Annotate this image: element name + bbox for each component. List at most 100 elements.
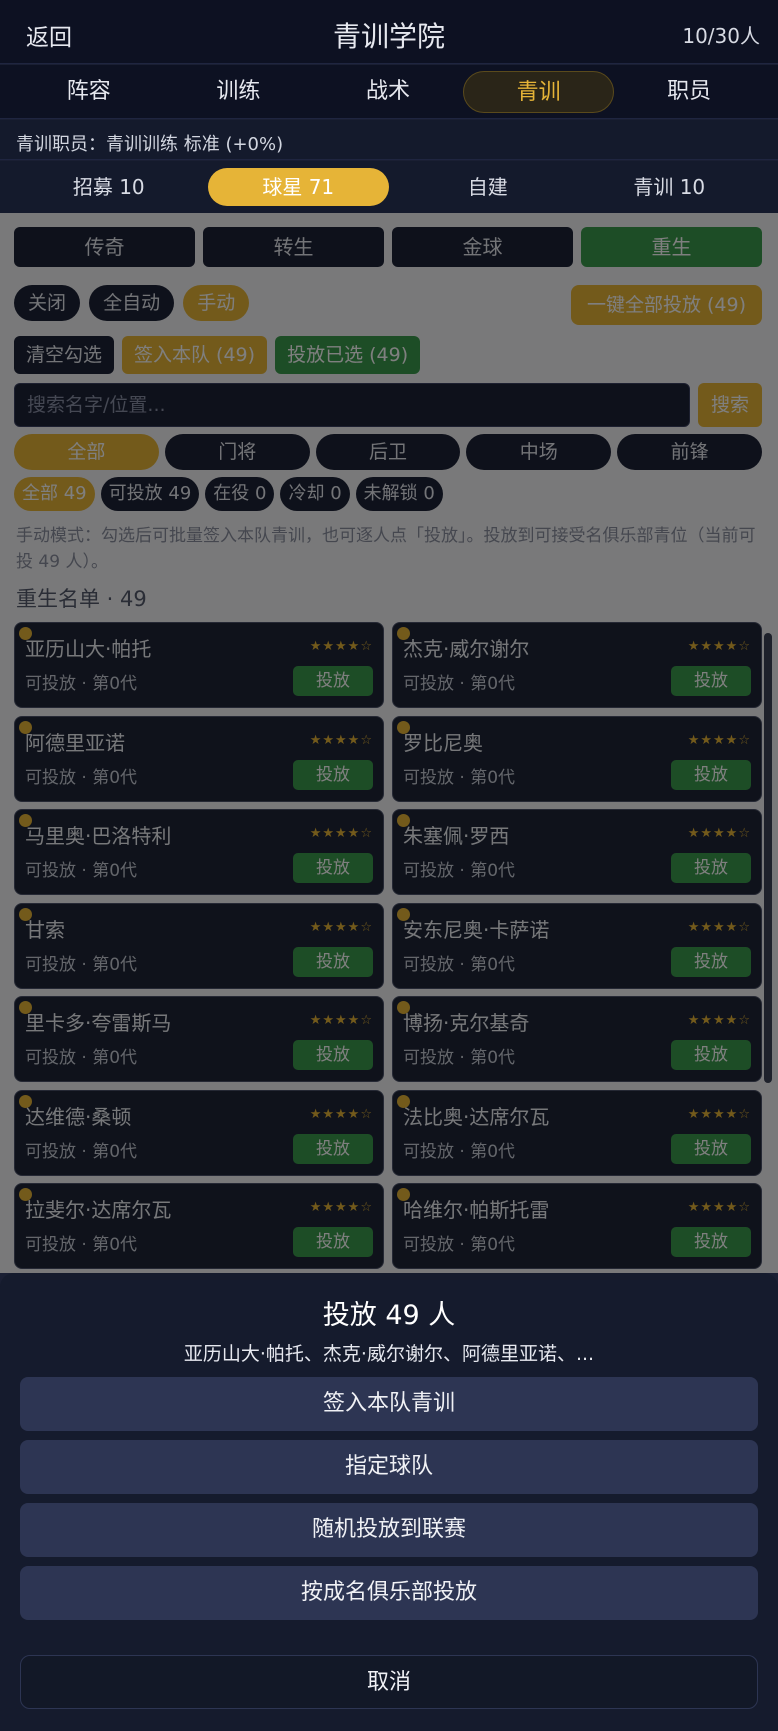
player-name: 安东尼奥·卡萨诺 <box>403 917 550 942</box>
release-player-button[interactable]: 投放 <box>671 666 751 696</box>
player-status: 可投放 · 第0代 <box>25 1048 138 1068</box>
rating-stars-icon: ★★★★☆ <box>309 1200 373 1215</box>
status-cooldown-chip[interactable]: 冷却 0 <box>280 477 350 511</box>
release-player-button[interactable]: 投放 <box>293 759 373 790</box>
player-name: 阿德里亚诺 <box>25 730 125 755</box>
auto-manual-chip[interactable]: 手动 <box>183 285 250 321</box>
player-card[interactable]: 亚历山大·帕托 ★★★★☆ 可投放 · 第0代 投放 <box>14 622 384 708</box>
player-status: 可投放 · 第0代 <box>403 861 516 881</box>
player-card[interactable]: 法比奥·达席尔瓦 ★★★★☆ 可投放 · 第0代 投放 <box>392 1089 762 1176</box>
player-status: 可投放 · 第0代 <box>25 861 138 881</box>
release-player-button[interactable]: 投放 <box>293 1227 373 1257</box>
release-player-button[interactable]: 投放 <box>671 853 751 883</box>
player-card[interactable]: 甘索 ★★★★☆ 可投放 · 第0代 投放 <box>14 902 384 989</box>
search-input[interactable] <box>14 383 690 427</box>
status-active-chip[interactable]: 在役 0 <box>205 477 275 511</box>
rating-stars-icon: ★★★★☆ <box>309 919 373 935</box>
player-status: 可投放 · 第0代 <box>25 1235 138 1255</box>
player-name: 甘索 <box>25 917 65 942</box>
release-player-button[interactable]: 投放 <box>671 1227 751 1257</box>
release-player-button[interactable]: 投放 <box>671 759 751 790</box>
release-player-button[interactable]: 投放 <box>293 1040 373 1070</box>
release-all-button[interactable]: 一键全部投放 (49) <box>570 285 762 325</box>
subtab-youth[interactable]: 青训 10 <box>579 168 761 206</box>
release-player-button[interactable]: 投放 <box>293 1133 373 1164</box>
sign-to-team-button[interactable]: 签入本队 (49) <box>122 336 268 374</box>
player-card[interactable]: 马里奥·巴洛特利 ★★★★☆ 可投放 · 第0代 投放 <box>14 809 384 895</box>
release-selected-button[interactable]: 投放已选 (49) <box>275 336 421 374</box>
tab-tactics[interactable]: 战术 <box>313 71 463 113</box>
player-status: 可投放 · 第0代 <box>403 1141 516 1162</box>
rating-stars-icon: ★★★★☆ <box>687 826 751 841</box>
mode-ballon-dor-button[interactable]: 金球 <box>392 227 573 267</box>
mode-rebirth-button[interactable]: 重生 <box>581 227 762 267</box>
famous-club-action-button[interactable]: 按成名俱乐部投放 <box>20 1566 758 1620</box>
mode-reincarnate-button[interactable]: 转生 <box>203 227 384 267</box>
status-releasable-chip[interactable]: 可投放 49 <box>100 477 200 511</box>
tab-training[interactable]: 训练 <box>164 71 314 113</box>
rating-stars-icon: ★★★★☆ <box>687 1013 751 1028</box>
release-player-button[interactable]: 投放 <box>293 853 373 883</box>
sheet-title: 投放 49 人 <box>322 1300 456 1331</box>
mode-selector: 传奇 转生 金球 重生 <box>14 227 762 267</box>
sign-youth-action-button[interactable]: 签入本队青训 <box>20 1377 758 1431</box>
selection-actions: 清空勾选 签入本队 (49) 投放已选 (49) <box>14 336 421 374</box>
player-card[interactable]: 杰克·威尔谢尔 ★★★★☆ 可投放 · 第0代 投放 <box>392 622 762 708</box>
release-player-button[interactable]: 投放 <box>293 946 373 977</box>
sheet-subtitle: 亚历山大·帕托、杰克·威尔谢尔、阿德里亚诺、... <box>183 1343 595 1365</box>
player-card[interactable]: 安东尼奥·卡萨诺 ★★★★☆ 可投放 · 第0代 投放 <box>392 902 762 989</box>
subtab-custom[interactable]: 自建 <box>397 168 579 206</box>
player-card[interactable]: 达维德·桑顿 ★★★★☆ 可投放 · 第0代 投放 <box>14 1089 384 1176</box>
clear-selection-button[interactable]: 清空勾选 <box>14 336 115 374</box>
status-locked-chip[interactable]: 未解锁 0 <box>355 477 443 511</box>
player-name: 亚历山大·帕托 <box>25 637 152 661</box>
assign-team-action-button[interactable]: 指定球队 <box>20 1440 758 1494</box>
random-league-action-button[interactable]: 随机投放到联赛 <box>20 1503 758 1557</box>
release-player-button[interactable]: 投放 <box>671 1133 751 1164</box>
rating-stars-icon: ★★★★☆ <box>309 1106 373 1122</box>
rating-stars-icon: ★★★★☆ <box>687 919 751 935</box>
player-card[interactable]: 博扬·克尔基奇 ★★★★☆ 可投放 · 第0代 投放 <box>392 996 762 1082</box>
cancel-button[interactable]: 取消 <box>20 1655 758 1709</box>
search-button[interactable]: 搜索 <box>698 383 762 427</box>
player-status: 可投放 · 第0代 <box>403 1048 516 1068</box>
player-card[interactable]: 哈维尔·帕斯托雷 ★★★★☆ 可投放 · 第0代 投放 <box>392 1183 762 1269</box>
player-status: 可投放 · 第0代 <box>25 954 138 975</box>
player-name: 博扬·克尔基奇 <box>403 1011 530 1035</box>
status-all-chip[interactable]: 全部 49 <box>14 477 95 511</box>
player-name: 里卡多·夸雷斯马 <box>25 1011 172 1035</box>
search-bar: 搜索 <box>14 383 762 427</box>
player-card[interactable]: 阿德里亚诺 ★★★★☆ 可投放 · 第0代 投放 <box>14 715 384 802</box>
subtab-recruit[interactable]: 招募 10 <box>18 168 200 206</box>
mode-legend-button[interactable]: 传奇 <box>14 227 195 267</box>
player-card[interactable]: 拉斐尔·达席尔瓦 ★★★★☆ 可投放 · 第0代 投放 <box>14 1183 384 1269</box>
tab-lineup[interactable]: 阵容 <box>14 71 164 113</box>
release-player-button[interactable]: 投放 <box>671 1040 751 1070</box>
player-card[interactable]: 朱塞佩·罗西 ★★★★☆ 可投放 · 第0代 投放 <box>392 809 762 895</box>
youth-academy-screen: 返回 青训学院 10/30人 阵容 训练 战术 青训 职员 青训职员：青训训练 … <box>0 0 778 1731</box>
roster-count: 10/30人 <box>682 24 760 48</box>
player-name: 达维德·桑顿 <box>25 1104 132 1129</box>
tab-youth[interactable]: 青训 <box>462 70 615 113</box>
pos-forward-chip[interactable]: 前锋 <box>617 434 762 470</box>
rating-stars-icon: ★★★★☆ <box>309 639 373 654</box>
subtab-stars[interactable]: 球星 71 <box>207 168 389 206</box>
auto-off-chip[interactable]: 关闭 <box>14 285 81 321</box>
main-tab-bar: 阵容 训练 战术 青训 职员 <box>0 65 778 119</box>
status-filter: 全部 49 可投放 49 在役 0 冷却 0 未解锁 0 <box>14 477 443 511</box>
release-player-button[interactable]: 投放 <box>671 946 751 977</box>
release-player-button[interactable]: 投放 <box>293 666 373 696</box>
auto-mode-row: 关闭 全自动 手动 一键全部投放 (49) <box>14 285 762 325</box>
player-card[interactable]: 里卡多·夸雷斯马 ★★★★☆ 可投放 · 第0代 投放 <box>14 996 384 1082</box>
position-filter: 全部 门将 后卫 中场 前锋 <box>14 434 762 470</box>
pos-goalkeeper-chip[interactable]: 门将 <box>164 434 310 470</box>
player-status: 可投放 · 第0代 <box>403 954 516 975</box>
pos-defender-chip[interactable]: 后卫 <box>315 434 461 470</box>
pos-midfielder-chip[interactable]: 中场 <box>466 434 612 470</box>
list-scrollbar[interactable] <box>764 633 772 1083</box>
auto-full-chip[interactable]: 全自动 <box>89 285 175 321</box>
top-bar: 返回 青训学院 10/30人 <box>0 0 778 64</box>
tab-staff[interactable]: 职员 <box>614 71 764 113</box>
player-card[interactable]: 罗比尼奥 ★★★★☆ 可投放 · 第0代 投放 <box>392 715 762 802</box>
pos-all-chip[interactable]: 全部 <box>14 434 159 470</box>
